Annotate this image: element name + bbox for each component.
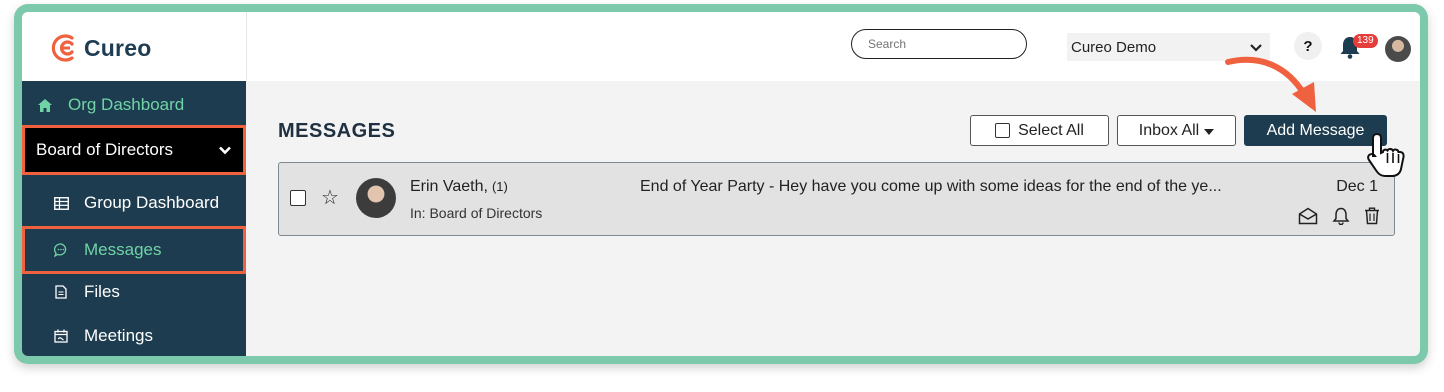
message-checkbox[interactable] — [290, 190, 306, 206]
sender-avatar — [356, 178, 396, 218]
sidebar-item-meetings[interactable]: Meetings — [22, 316, 246, 356]
sidebar-item-label: Files — [84, 282, 120, 301]
sidebar: Org Dashboard Board of Directors Group D… — [22, 81, 246, 356]
annotation-arrow-icon — [1225, 56, 1316, 112]
sidebar-item-group-dashboard[interactable]: Group Dashboard — [22, 183, 246, 223]
notification-count-badge: 139 — [1353, 34, 1378, 48]
page-title: MESSAGES — [278, 120, 396, 142]
envelope-open-icon[interactable] — [1298, 207, 1318, 225]
app-window: Cureo Org Dashboard Board of Directors G… — [22, 12, 1420, 356]
message-count: (1) — [491, 179, 508, 194]
group-selector-label: Board of Directors — [36, 140, 173, 159]
select-all-button[interactable]: Select All — [970, 115, 1109, 146]
chevron-down-icon — [1250, 39, 1262, 56]
inbox-filter-dropdown[interactable]: Inbox All — [1117, 115, 1236, 146]
caret-down-icon — [1204, 122, 1215, 140]
select-all-label: Select All — [1018, 121, 1084, 139]
message-group: In: Board of Directors — [410, 205, 543, 221]
table-icon — [52, 196, 70, 210]
chat-icon — [52, 243, 70, 257]
bell-icon[interactable] — [1332, 207, 1350, 225]
home-icon — [36, 98, 54, 112]
message-sender: Erin Vaeth, (1) — [410, 178, 508, 196]
message-date: Dec 1 — [1336, 178, 1378, 195]
sidebar-item-messages[interactable]: Messages — [22, 226, 246, 274]
organization-select-value: Cureo Demo — [1071, 38, 1157, 56]
group-selector[interactable]: Board of Directors — [22, 125, 246, 175]
sender-name: Erin Vaeth, — [410, 178, 488, 195]
calendar-icon — [52, 329, 70, 343]
message-row[interactable]: ☆ Erin Vaeth, (1) In: Board of Directors … — [278, 162, 1395, 236]
file-icon — [52, 285, 70, 299]
star-icon[interactable]: ☆ — [321, 185, 339, 210]
message-actions — [1298, 207, 1380, 225]
chevron-down-icon — [219, 140, 231, 160]
sidebar-item-label: Meetings — [84, 326, 153, 345]
sidebar-item-label: Messages — [84, 240, 162, 259]
sidebar-item-label: Org Dashboard — [68, 95, 185, 114]
search-input[interactable] — [851, 29, 1027, 59]
sidebar-item-label: Group Dashboard — [84, 193, 220, 212]
cureo-logo-icon — [51, 34, 74, 62]
checkbox-icon — [995, 123, 1011, 138]
logo-text[interactable]: Cureo — [84, 35, 151, 62]
logo-area: Cureo — [22, 12, 247, 81]
message-subject[interactable]: End of Year Party - Hey have you come up… — [640, 178, 1280, 196]
inbox-filter-label: Inbox All — [1138, 121, 1200, 139]
sidebar-item-org-dashboard[interactable]: Org Dashboard — [22, 85, 246, 125]
hand-cursor-icon — [1367, 132, 1405, 177]
user-avatar[interactable] — [1385, 36, 1411, 62]
screenshot-frame: Cureo Org Dashboard Board of Directors G… — [14, 4, 1428, 364]
trash-icon[interactable] — [1364, 207, 1380, 225]
sidebar-item-files[interactable]: Files — [22, 272, 246, 312]
